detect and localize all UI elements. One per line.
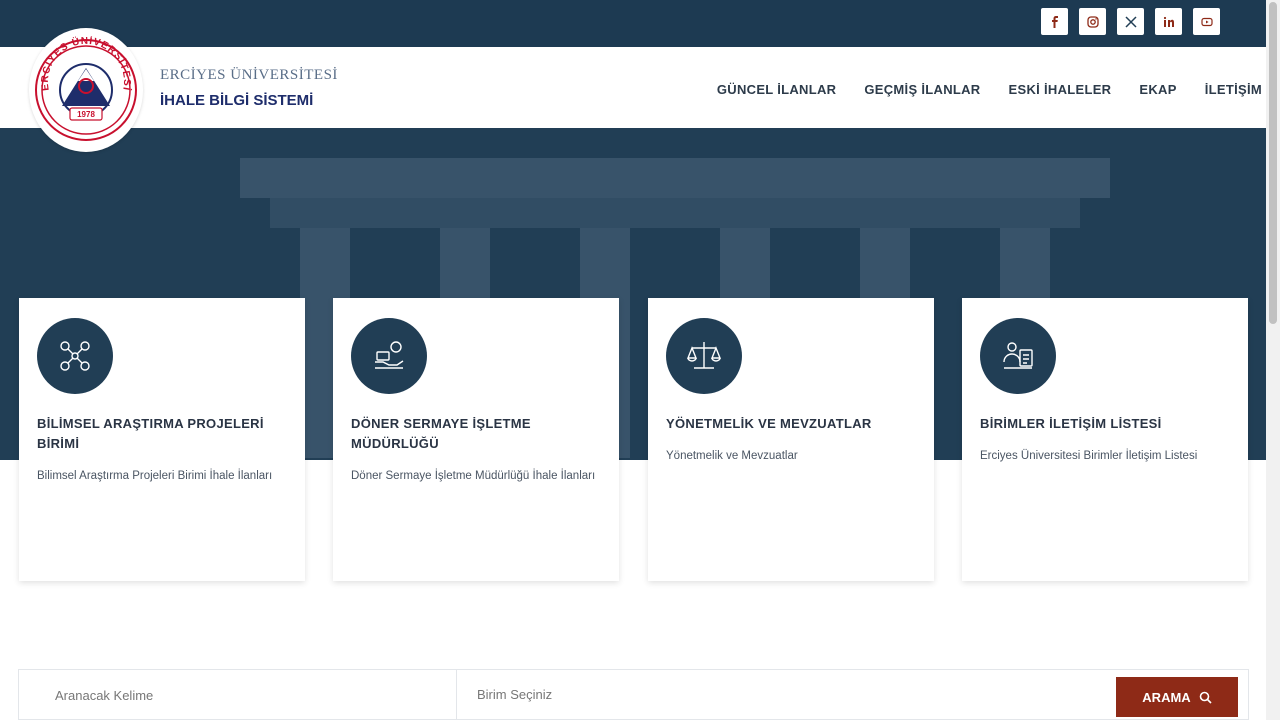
youtube-button[interactable] [1193, 8, 1220, 35]
linkedin-button[interactable] [1155, 8, 1182, 35]
card-contact-list[interactable]: BİRİMLER İLETİŞİM LİSTESİ Erciyes Üniver… [962, 298, 1248, 581]
nav-old-tenders[interactable]: ESKİ İHALELER [1009, 82, 1112, 97]
facebook-button[interactable] [1041, 8, 1068, 35]
card-title: BİRİMLER İLETİŞİM LİSTESİ [980, 416, 1162, 431]
nav-current-tenders[interactable]: GÜNCEL İLANLAR [717, 82, 837, 97]
instagram-button[interactable] [1079, 8, 1106, 35]
main-nav: GÜNCEL İLANLAR GEÇMİŞ İLANLAR ESKİ İHALE… [717, 82, 1262, 97]
brand-university-name: ERCİYES ÜNİVERSİTESİ [160, 67, 338, 83]
card-revolving-fund[interactable]: DÖNER SERMAYE İŞLETME MÜDÜRLÜĞÜ Döner Se… [333, 298, 619, 581]
youtube-icon [1200, 17, 1213, 26]
card-description: Bilimsel Araştırma Projeleri Birimi İhal… [37, 470, 273, 482]
instagram-icon [1086, 15, 1099, 28]
seal-year: 1978 [77, 110, 95, 119]
card-description: Döner Sermaye İşletme Müdürlüğü İhale İl… [351, 470, 596, 482]
facebook-icon [1051, 15, 1058, 28]
card-icon-wrap [980, 318, 1056, 394]
card-icon-wrap [37, 318, 113, 394]
contact-list-icon [1003, 342, 1033, 369]
x-icon [1124, 15, 1137, 28]
scrollbar-thumb[interactable] [1269, 2, 1277, 324]
top-bar [0, 0, 1266, 47]
card-description: Erciyes Üniversitesi Birimler İletişim L… [980, 450, 1198, 462]
card-icon-wrap [351, 318, 427, 394]
nav-contact[interactable]: İLETİŞİM [1205, 82, 1262, 97]
unit-select[interactable]: Birim Seçiniz [477, 687, 552, 702]
seal-icon: ERCİYES ÜNİVERSİTESİ 1978 [35, 36, 137, 141]
page-scrollbar[interactable] [1266, 0, 1280, 720]
research-network-icon [60, 341, 90, 371]
search-icon [1199, 691, 1212, 704]
tender-search-bar: Birim Seçiniz ARAMA [18, 669, 1249, 720]
x-button[interactable] [1117, 8, 1144, 35]
scales-icon [686, 342, 722, 369]
keyword-search-input[interactable] [19, 670, 457, 720]
card-title: BİLİMSEL ARAŞTIRMA PROJELERİ BİRİMİ [37, 416, 264, 451]
card-title: YÖNETMELİK VE MEVZUATLAR [666, 416, 872, 431]
search-button-label: ARAMA [1142, 689, 1191, 705]
brand-title[interactable]: ERCİYES ÜNİVERSİTESİ İHALE BİLGİ SİSTEMİ [160, 67, 338, 109]
university-seal-logo[interactable]: ERCİYES ÜNİVERSİTESİ 1978 [29, 28, 143, 152]
nav-ekap[interactable]: EKAP [1139, 82, 1176, 97]
linkedin-icon [1163, 16, 1174, 27]
card-research-projects[interactable]: BİLİMSEL ARAŞTIRMA PROJELERİ BİRİMİ Bili… [19, 298, 305, 581]
card-description: Yönetmelik ve Mevzuatlar [666, 450, 798, 462]
card-icon-wrap [666, 318, 742, 394]
card-title: DÖNER SERMAYE İŞLETME MÜDÜRLÜĞÜ [351, 416, 531, 451]
nav-past-tenders[interactable]: GEÇMİŞ İLANLAR [864, 82, 980, 97]
brand-system-name: İHALE BİLGİ SİSTEMİ [160, 92, 314, 109]
card-regulations[interactable]: YÖNETMELİK VE MEVZUATLAR Yönetmelik ve M… [648, 298, 934, 581]
hand-coins-icon [375, 341, 404, 369]
social-links [1041, 8, 1220, 35]
search-button[interactable]: ARAMA [1116, 677, 1238, 717]
